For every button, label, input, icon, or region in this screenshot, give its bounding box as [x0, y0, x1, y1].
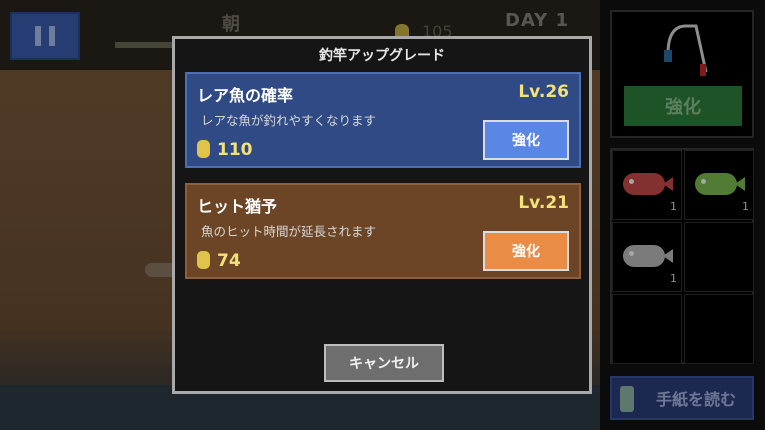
upgrade-name: ヒット猶予: [197, 197, 278, 216]
upgrade-name: レア魚の確率: [197, 86, 294, 105]
upgrade-level: Lv.21: [518, 193, 569, 213]
upgrade-description: 魚のヒット時間が延長されます: [201, 224, 377, 239]
upgrade-level: Lv.26: [518, 82, 569, 102]
coin-icon: [197, 251, 210, 269]
cancel-button[interactable]: キャンセル: [324, 344, 444, 382]
upgrade-cost: 110: [217, 140, 253, 160]
upgrade-card-rare-fish: レア魚の確率 Lv.26 レアな魚が釣れやすくなります 110 強化: [185, 72, 581, 168]
upgrade-description: レアな魚が釣れやすくなります: [201, 113, 377, 128]
enhance-button[interactable]: 強化: [483, 120, 569, 160]
upgrade-cost: 74: [217, 251, 241, 271]
enhance-button[interactable]: 強化: [483, 231, 569, 271]
dialog-title: 釣竿アップグレード: [319, 48, 445, 64]
rod-upgrade-dialog: 釣竿アップグレード レア魚の確率 Lv.26 レアな魚が釣れやすくなります 11…: [172, 36, 592, 394]
upgrade-card-hit-grace: ヒット猶予 Lv.21 魚のヒット時間が延長されます 74 強化: [185, 183, 581, 279]
coin-icon: [197, 140, 210, 158]
